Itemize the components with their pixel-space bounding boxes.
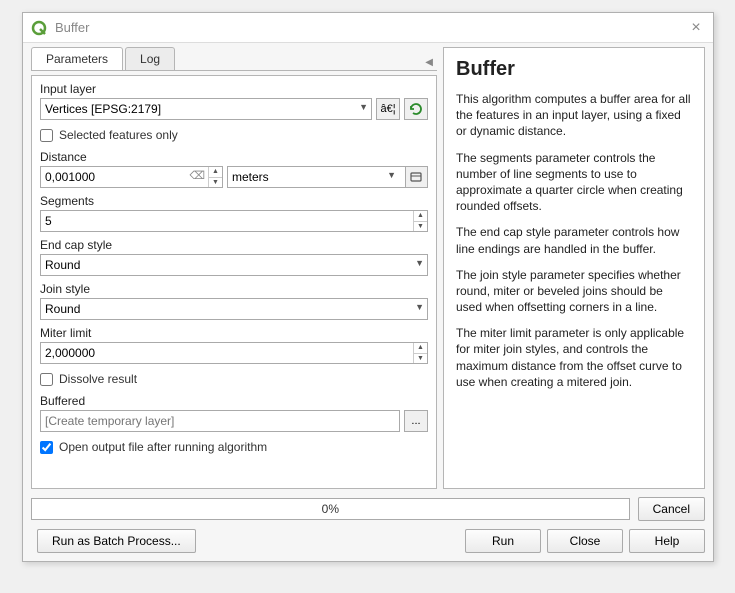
input-layer-select[interactable] [40,98,372,120]
help-pane: Buffer This algorithm computes a buffer … [443,47,705,489]
segments-label: Segments [40,194,428,208]
browse-output-button[interactable]: ... [404,410,428,432]
tab-parameters[interactable]: Parameters [31,47,123,70]
browse-layer-button[interactable]: â€¦ [376,98,400,120]
help-paragraph: The miter limit parameter is only applic… [456,325,692,390]
buffer-dialog: Buffer × Parameters Log ◀ Input layer ▼ [22,12,714,562]
titlebar: Buffer × [23,13,713,43]
dissolve-checkbox[interactable] [40,373,53,386]
help-paragraph: The segments parameter controls the numb… [456,150,692,215]
form-area: Input layer ▼ â€¦ Selected featur [31,75,437,489]
miter-spinner[interactable]: ▲▼ [413,343,427,363]
buffered-label: Buffered [40,394,428,408]
distance-spinner[interactable]: ▲▼ [208,167,222,187]
progress-text: 0% [322,502,339,516]
help-paragraph: The end cap style parameter controls how… [456,224,692,256]
help-button[interactable]: Help [629,529,705,553]
join-style-select[interactable] [40,298,428,320]
open-output-label: Open output file after running algorithm [59,440,267,454]
end-cap-label: End cap style [40,238,428,252]
progress-bar: 0% [31,498,630,520]
miter-label: Miter limit [40,326,428,340]
tab-nav-left-icon[interactable]: ◀ [421,55,437,70]
run-button[interactable]: Run [465,529,541,553]
tab-log[interactable]: Log [125,47,175,70]
tab-bar: Parameters Log ◀ [31,47,437,71]
input-layer-label: Input layer [40,82,428,96]
dissolve-label: Dissolve result [59,372,137,386]
data-defined-button[interactable] [404,166,428,188]
run-batch-button[interactable]: Run as Batch Process... [37,529,196,553]
clear-icon[interactable]: ⌫ [189,169,205,182]
close-button[interactable]: Close [547,529,623,553]
iterate-button[interactable] [404,98,428,120]
segments-input[interactable] [40,210,428,232]
help-paragraph: This algorithm computes a buffer area fo… [456,91,692,140]
distance-unit-select[interactable] [227,166,406,188]
open-output-checkbox[interactable] [40,441,53,454]
close-icon[interactable]: × [687,19,705,37]
parameters-pane: Parameters Log ◀ Input layer ▼ â€¦ [31,47,437,489]
miter-input[interactable] [40,342,428,364]
end-cap-select[interactable] [40,254,428,276]
help-title: Buffer [456,58,692,81]
segments-spinner[interactable]: ▲▼ [413,211,427,231]
buffered-output-input[interactable] [40,410,400,432]
selected-only-label: Selected features only [59,128,178,142]
help-paragraph: The join style parameter specifies wheth… [456,267,692,316]
qgis-icon [31,20,47,36]
selected-only-checkbox[interactable] [40,129,53,142]
join-style-label: Join style [40,282,428,296]
window-title: Buffer [55,20,687,35]
cancel-button[interactable]: Cancel [638,497,705,521]
distance-label: Distance [40,150,428,164]
